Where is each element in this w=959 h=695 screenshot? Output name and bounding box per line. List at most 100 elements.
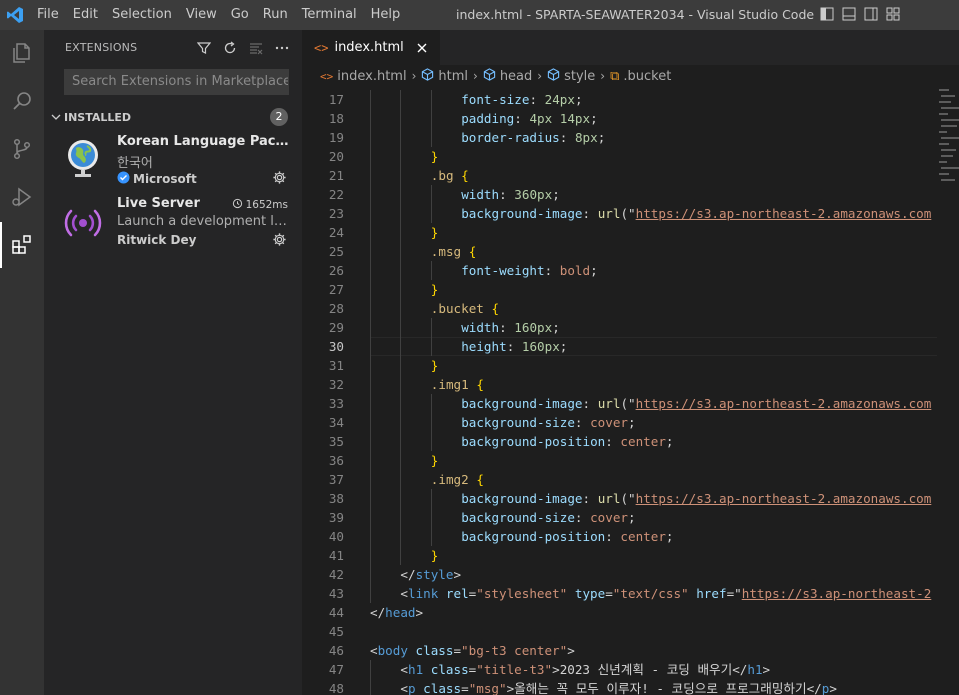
- verified-publisher-icon: [117, 171, 130, 187]
- indent-guide: [400, 147, 402, 166]
- extensions-icon[interactable]: [0, 222, 44, 268]
- code-line[interactable]: 25 .msg {: [302, 242, 939, 261]
- editor-area: <> index.html <> index.html › html › head › sty…: [302, 30, 959, 695]
- code-text: background-image: url("https://s3.ap-nor…: [461, 489, 931, 508]
- gear-icon[interactable]: [272, 232, 288, 248]
- indent-guide: [370, 546, 371, 565]
- chevron-right-icon: ›: [473, 69, 478, 83]
- code-token: :: [544, 263, 560, 278]
- code-line[interactable]: 41}: [302, 546, 939, 565]
- code-token: background-image: [461, 206, 583, 221]
- extensions-search-input[interactable]: Search Extensions in Marketplace: [64, 69, 289, 95]
- code-line[interactable]: 36}: [302, 451, 939, 470]
- code-line[interactable]: 24}: [302, 223, 939, 242]
- line-number: 42: [328, 567, 344, 582]
- line-number: 18: [328, 111, 344, 126]
- menu-item-go[interactable]: Go: [224, 0, 256, 30]
- code-text: }: [431, 546, 439, 565]
- code-line[interactable]: 37 .img2 {: [302, 470, 939, 489]
- toggle-primary-sidebar-icon[interactable]: [819, 6, 835, 22]
- code-line[interactable]: 44 </head>: [302, 603, 939, 622]
- menu-item-view[interactable]: View: [179, 0, 224, 30]
- code-line[interactable]: 33 background-image: url("https://s3.ap-n…: [302, 394, 939, 413]
- breadcrumb-item[interactable]: <> index.html: [320, 69, 407, 84]
- gear-icon[interactable]: [272, 170, 288, 186]
- code-line[interactable]: 45: [302, 622, 939, 641]
- code-line[interactable]: 17 font-size: 24px;: [302, 90, 939, 109]
- tab-index-html[interactable]: <> index.html: [302, 30, 440, 65]
- code-token: </: [400, 567, 416, 582]
- code-token: background-position: [461, 529, 606, 544]
- code-editor[interactable]: 17 font-size: 24px; 18 padding: 4px 14px; 19…: [302, 90, 939, 695]
- code-line[interactable]: 32 .img1 {: [302, 375, 939, 394]
- code-line[interactable]: 21 .bg {: [302, 166, 939, 185]
- indent-guide: [430, 489, 432, 508]
- indent-guide: [400, 356, 402, 375]
- code-line[interactable]: 22 width: 360px;: [302, 185, 939, 204]
- refresh-icon[interactable]: [221, 39, 238, 56]
- toggle-panel-icon[interactable]: [841, 6, 857, 22]
- breadcrumb-item[interactable]: html: [421, 67, 468, 85]
- minimap-line: [941, 167, 959, 169]
- menu-item-edit[interactable]: Edit: [66, 0, 105, 30]
- menu-item-selection[interactable]: Selection: [105, 0, 179, 30]
- code-line[interactable]: 30 height: 160px;: [302, 337, 939, 356]
- code-line[interactable]: 39 background-size: cover;: [302, 508, 939, 527]
- code-line[interactable]: 34 background-size: cover;: [302, 413, 939, 432]
- live-server-broadcast-icon: [62, 198, 104, 240]
- code-line[interactable]: 23 background-image: url("https://s3.ap-n…: [302, 204, 939, 223]
- more-actions-icon[interactable]: [273, 39, 290, 56]
- code-line[interactable]: 38 background-image: url("https://s3.ap-n…: [302, 489, 939, 508]
- code-token: :: [499, 320, 515, 335]
- filter-icon[interactable]: [195, 39, 212, 56]
- code-token: :: [499, 187, 515, 202]
- line-number: 25: [328, 244, 344, 259]
- menu-item-terminal[interactable]: Terminal: [295, 0, 364, 30]
- explorer-icon[interactable]: [0, 30, 44, 76]
- code-text: }: [431, 356, 439, 375]
- code-line[interactable]: 47 <h1 class="title-t3">2023 신년계획 - 코딩 배우…: [302, 660, 939, 679]
- code-text: background-size: cover;: [461, 508, 635, 527]
- code-line[interactable]: 46 <body class="bg-t3 center">: [302, 641, 939, 660]
- breadcrumb-item[interactable]: style: [547, 67, 595, 85]
- code-line[interactable]: 29 width: 160px;: [302, 318, 939, 337]
- code-token: https://s3.ap-northeast-2: [741, 586, 932, 601]
- code-line[interactable]: 40 background-position: center;: [302, 527, 939, 546]
- extension-item-korean-language-pack[interactable]: Korean Language Pack for... 한국어 Microsof…: [44, 130, 302, 192]
- breadcrumb-item[interactable]: head: [483, 67, 532, 85]
- code-line[interactable]: 43 <link rel="stylesheet" type="text/css"…: [302, 584, 939, 603]
- breadcrumb-item[interactable]: ⧉ .bucket: [610, 69, 671, 84]
- code-line[interactable]: 48 <p class="msg" > 올해는 꼭 모두 이루자! - 코딩으로 프로…: [302, 679, 939, 695]
- menu-item-run[interactable]: Run: [256, 0, 295, 30]
- clear-results-icon[interactable]: [247, 39, 264, 56]
- code-token: "text/css": [612, 586, 689, 601]
- minimap[interactable]: [937, 87, 959, 695]
- code-line[interactable]: 42 </style>: [302, 565, 939, 584]
- extension-item-live-server[interactable]: Live Server 1652ms Launch a development …: [44, 192, 302, 254]
- search-icon[interactable]: [0, 78, 44, 124]
- code-line[interactable]: 20}: [302, 147, 939, 166]
- code-line[interactable]: 18 padding: 4px 14px;: [302, 109, 939, 128]
- code-line[interactable]: 27}: [302, 280, 939, 299]
- code-line[interactable]: 35 background-position: center;: [302, 432, 939, 451]
- menu-item-help[interactable]: Help: [364, 0, 408, 30]
- source-control-icon[interactable]: [0, 126, 44, 172]
- menu-item-file[interactable]: File: [30, 0, 66, 30]
- code-line[interactable]: 26 font-weight: bold;: [302, 261, 939, 280]
- vscode-logo-icon: [0, 0, 30, 30]
- toggle-secondary-sidebar-icon[interactable]: [863, 6, 879, 22]
- installed-section-header[interactable]: INSTALLED 2: [44, 106, 302, 128]
- line-number: 43: [328, 586, 344, 601]
- code-line[interactable]: 28 .bucket {: [302, 299, 939, 318]
- line-number: 27: [328, 282, 344, 297]
- close-icon[interactable]: [414, 40, 430, 56]
- line-number: 32: [328, 377, 344, 392]
- minimap-line: [941, 119, 959, 121]
- run-debug-icon[interactable]: [0, 174, 44, 220]
- code-text: padding: 4px 14px;: [461, 109, 598, 128]
- customize-layout-icon[interactable]: [885, 6, 901, 22]
- code-line[interactable]: 31}: [302, 356, 939, 375]
- code-token: type: [574, 586, 606, 601]
- code-line[interactable]: 19 border-radius: 8px;: [302, 128, 939, 147]
